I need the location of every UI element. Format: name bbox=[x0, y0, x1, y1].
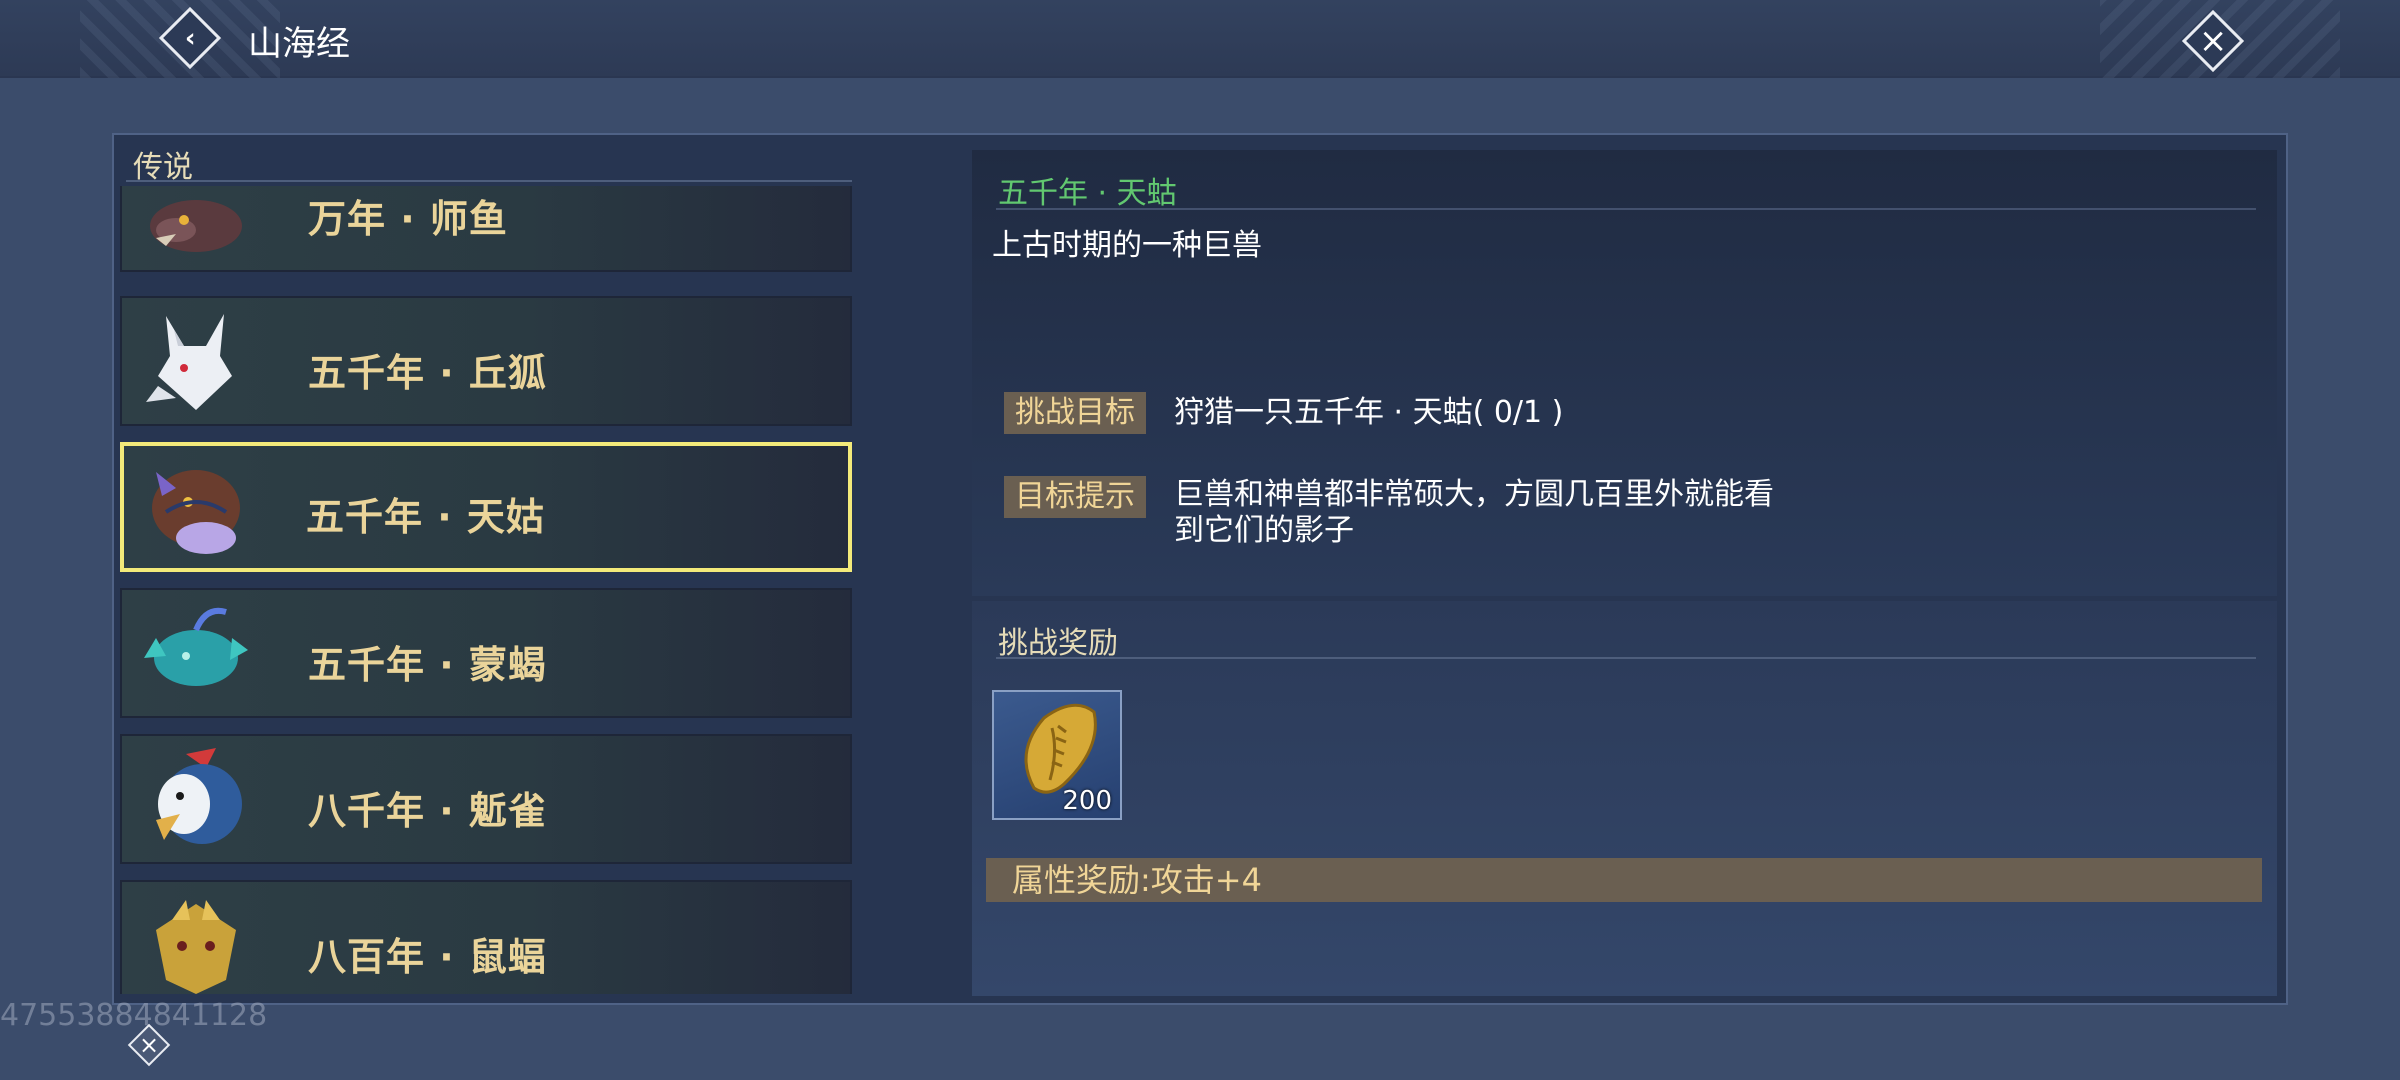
divider bbox=[996, 208, 2256, 210]
close-button[interactable]: × bbox=[2180, 8, 2246, 74]
fish-beast-portrait-icon bbox=[136, 188, 254, 264]
divider bbox=[126, 180, 852, 182]
list-item[interactable]: 五千年 · 蒙蝎 bbox=[120, 588, 852, 718]
list-item-label: 五千年 · 丘狐 bbox=[308, 351, 547, 395]
list-item-label: 八百年 · 鼠蝠 bbox=[308, 935, 547, 979]
divider bbox=[996, 657, 2256, 659]
bird-portrait-icon bbox=[136, 744, 254, 854]
detail-panel bbox=[972, 150, 2277, 596]
top-bar: ‹ 山海经 × bbox=[0, 0, 2400, 78]
white-fox-portrait-icon bbox=[136, 306, 254, 416]
floating-close-button[interactable]: × bbox=[124, 1020, 174, 1070]
goal-tag: 挑战目标 bbox=[1004, 392, 1146, 434]
goal-text: 狩猎一只五千年 · 天蛄( 0/1 ) bbox=[1174, 395, 1564, 430]
list-item-label: 八千年 · 鬿雀 bbox=[308, 789, 547, 833]
hint-text-line2: 到它们的影子 bbox=[1174, 513, 1354, 548]
attribute-reward-bar: 属性奖励:攻击+4 bbox=[986, 858, 2262, 902]
list-item[interactable]: 八百年 · 鼠蝠 bbox=[120, 880, 852, 994]
list-item-label: 万年 · 师鱼 bbox=[308, 197, 508, 241]
list-item[interactable]: 万年 · 师鱼 bbox=[120, 186, 852, 272]
hint-tag: 目标提示 bbox=[1004, 476, 1146, 518]
reward-item[interactable]: 200 bbox=[992, 690, 1122, 820]
reward-heading: 挑战奖励 bbox=[998, 626, 1118, 661]
close-icon: × bbox=[2181, 9, 2245, 73]
bat-portrait-icon bbox=[136, 890, 254, 994]
beast-list[interactable]: 万年 · 师鱼 五千年 · 丘狐 五千年 · 天姑 五千年 · 蒙蝎 八千年 ·… bbox=[120, 186, 854, 994]
list-item-label: 五千年 · 蒙蝎 bbox=[308, 643, 547, 687]
reward-panel bbox=[972, 601, 2277, 996]
attribute-reward-text: 属性奖励:攻击+4 bbox=[1012, 861, 1262, 899]
back-arrow-icon: ‹ bbox=[158, 6, 222, 70]
page-title: 山海经 bbox=[248, 24, 350, 64]
list-item-selected[interactable]: 五千年 · 天姑 bbox=[120, 442, 852, 572]
beast-portrait-icon bbox=[136, 452, 254, 562]
list-item-label: 五千年 · 天姑 bbox=[306, 495, 545, 539]
reward-count: 200 bbox=[1062, 786, 1112, 816]
close-icon: × bbox=[127, 1023, 171, 1067]
beast-description: 上古时期的一种巨兽 bbox=[992, 228, 1262, 263]
back-button[interactable]: ‹ bbox=[158, 6, 222, 70]
list-item[interactable]: 八千年 · 鬿雀 bbox=[120, 734, 852, 864]
hint-text-line1: 巨兽和神兽都非常硕大，方圆几百里外就能看 bbox=[1174, 477, 1774, 512]
list-item[interactable]: 五千年 · 丘狐 bbox=[120, 296, 852, 426]
beast-name: 五千年 · 天蛄 bbox=[998, 176, 1177, 211]
scorpion-portrait-icon bbox=[136, 598, 254, 708]
